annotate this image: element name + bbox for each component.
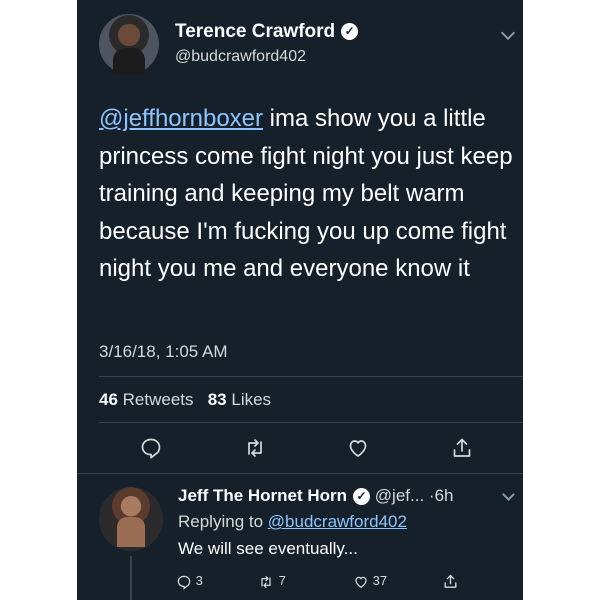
like-icon [355, 576, 367, 588]
author-handle[interactable]: @budcrawford402 [175, 48, 306, 66]
reply-retweet-button[interactable]: 7 [257, 573, 286, 590]
reply-author-name[interactable]: Jeff The Hornet Horn [178, 486, 347, 505]
likes-count: 83 [207, 390, 227, 409]
reply-retweet-count: 7 [278, 573, 286, 588]
likes-label: Likes [231, 390, 272, 409]
share-icon[interactable] [450, 436, 474, 460]
author-name-text[interactable]: Terence Crawford [175, 21, 335, 42]
reply-reply-button[interactable]: 3 [176, 573, 203, 590]
likes-stat[interactable]: 83 Likes [208, 390, 271, 409]
author-name[interactable]: Terence Crawford ✓ [175, 21, 359, 43]
reply-author-avatar[interactable] [99, 487, 163, 551]
author-avatar[interactable] [99, 14, 159, 74]
reply-icon[interactable] [139, 436, 163, 460]
reply-icon [177, 575, 191, 590]
replying-prefix: Replying to [178, 512, 268, 531]
thread-line [130, 556, 132, 600]
reply-share-button[interactable] [442, 573, 459, 590]
chevron-down-icon[interactable] [502, 488, 515, 501]
reply-text: We will see eventually... [178, 539, 358, 558]
replying-to: Replying to @budcrawford402 [178, 512, 407, 532]
verified-badge-icon: ✓ [353, 488, 371, 506]
tweet-actions [77, 436, 523, 464]
mention-link[interactable]: @jeffhornboxer [99, 105, 263, 132]
reply-reply-count: 3 [195, 573, 203, 588]
share-icon [444, 574, 457, 588]
divider [77, 473, 523, 474]
chevron-down-icon[interactable] [500, 25, 516, 41]
verified-badge-icon: ✓ [341, 23, 359, 41]
retweet-icon [261, 575, 271, 588]
retweet-icon[interactable] [243, 436, 267, 460]
replying-to-link[interactable]: @budcrawford402 [268, 512, 407, 531]
engagement-stats: 46 Retweets 83 Likes [99, 390, 271, 410]
tweet-text: @jeffhornboxer ima show you a little pri… [99, 100, 514, 288]
reply-like-count: 37 [372, 573, 388, 588]
divider [99, 376, 523, 377]
reply-like-button[interactable]: 37 [353, 573, 387, 590]
retweets-count: 46 [99, 390, 118, 409]
tweet-detail-panel: Terence Crawford ✓ @budcrawford402 @jeffh… [77, 0, 523, 600]
reply-header: Jeff The Hornet Horn ✓ @jef... ·6h [178, 486, 453, 506]
retweets-stat[interactable]: 46 Retweets [99, 390, 194, 409]
reply-handle-time[interactable]: @jef... ·6h [375, 486, 454, 505]
like-icon[interactable] [346, 436, 370, 460]
divider [99, 422, 523, 423]
tweet-timestamp[interactable]: 3/16/18, 1:05 AM [99, 342, 228, 362]
retweets-label: Retweets [122, 390, 194, 409]
